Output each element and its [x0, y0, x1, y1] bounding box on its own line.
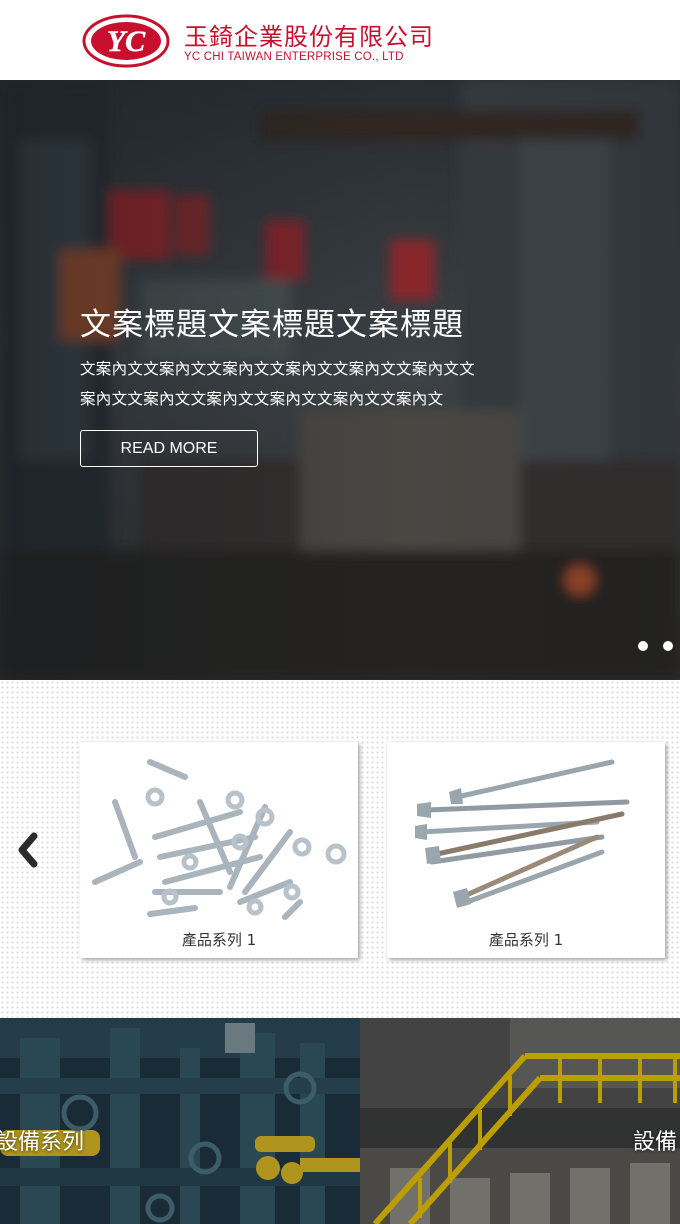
company-name-cn: 玉錡企業股份有限公司 [184, 23, 434, 51]
product-card[interactable]: 產品系列 1 [387, 742, 665, 958]
hero-body: 文案內文文案內文文案內文文案內文文案內文文案內文文案內文文案內文文案內文文案內文… [80, 360, 476, 408]
product-label: 產品系列 1 [181, 931, 257, 949]
logo-text: YC [107, 25, 146, 58]
chevron-left-icon[interactable] [14, 830, 42, 870]
slide-dot-1[interactable] [638, 641, 648, 651]
category-tile-equipment-2[interactable]: 設備 [360, 1018, 680, 1224]
company-name-en: YC CHI TAIWAN ENTERPRISE CO., LTD [184, 51, 404, 63]
category-label: 設備 [633, 1130, 678, 1155]
product-card[interactable]: 產品系列 1 [80, 742, 358, 958]
read-more-button[interactable]: READ MORE [80, 430, 258, 467]
product-carousel: 產品系列 1 產品系列 1 [0, 680, 680, 1018]
product-image-bolts [80, 742, 358, 922]
product-image-screws [387, 742, 665, 922]
product-label: 產品系列 1 [488, 931, 564, 949]
hero-banner: 文案標題文案標題文案標題 文案內文文案內文文案內文文案內文文案內文文案內文文案內… [0, 80, 680, 680]
category-image-factory [360, 1018, 680, 1224]
company-logo[interactable]: YC [82, 14, 170, 68]
category-tile-equipment[interactable]: 設備系列 [0, 1018, 360, 1224]
site-header: YC 玉錡企業股份有限公司 YC CHI TAIWAN ENTERPRISE C… [0, 0, 680, 80]
slide-dot-2[interactable] [663, 641, 673, 651]
category-label: 設備系列 [0, 1130, 85, 1155]
category-image-pipes [0, 1018, 360, 1224]
hero-title: 文案標題文案標題文案標題 [80, 307, 464, 343]
